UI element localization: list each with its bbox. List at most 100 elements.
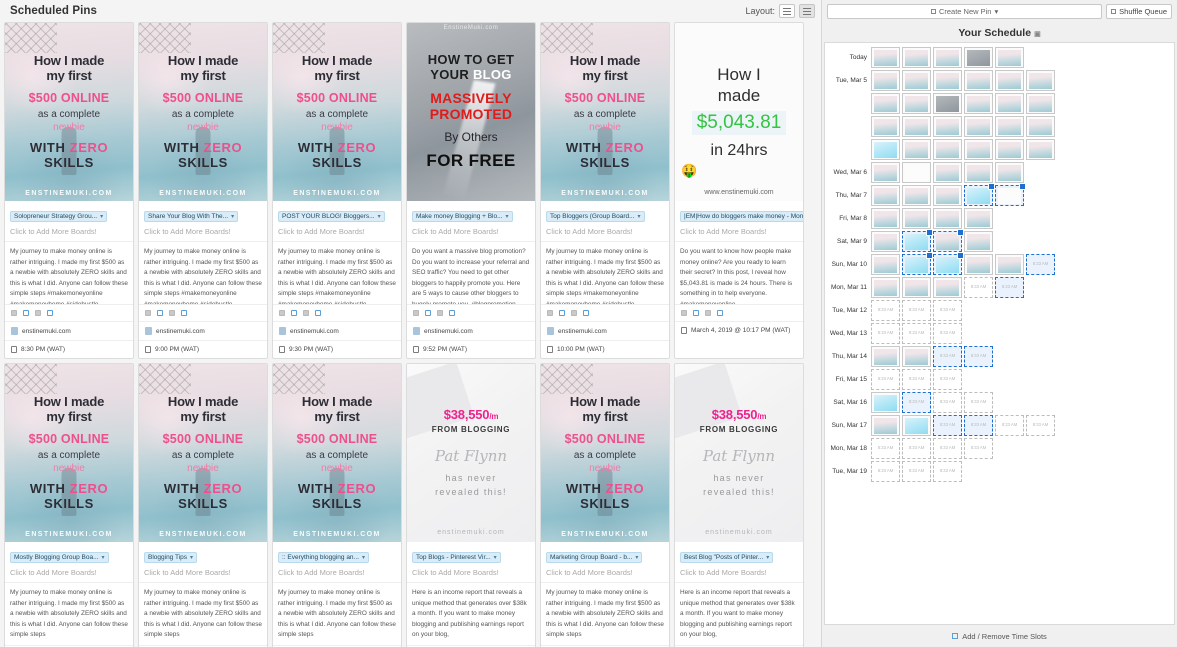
board-tag[interactable]: Share Your Blog With The... ▾	[144, 211, 238, 222]
schedule-slot-empty[interactable]: 8:33 AM	[1026, 415, 1055, 436]
remove-board-icon[interactable]: ▾	[190, 554, 193, 561]
copy-icon[interactable]	[291, 310, 297, 316]
pin-card[interactable]: How I mademy first $500 ONLINE as a comp…	[540, 363, 670, 647]
schedule-slot-empty[interactable]: 8:33 AM	[933, 323, 962, 344]
pin-card[interactable]: How I mademy first $500 ONLINE as a comp…	[272, 22, 402, 359]
schedule-slot-filled[interactable]	[964, 185, 993, 206]
delete-icon[interactable]	[437, 310, 443, 316]
pin-image-5043-in-24hrs[interactable]: How Imade $5,043.81 in 24hrs 🤑 www.ensti…	[675, 23, 803, 201]
create-new-pin-button[interactable]: Create New Pin ▾	[827, 4, 1102, 19]
board-tag[interactable]: Top Blogs - Pinterest Vir... ▾	[412, 552, 501, 563]
add-boards-link[interactable]: Click to Add More Boards!	[546, 227, 664, 236]
board-tag[interactable]: Mostly Blogging Group Boa... ▾	[10, 552, 109, 563]
board-selector[interactable]: Blogging Tips ▾ Click to Add More Boards…	[139, 542, 267, 583]
pin-image-how-i-made-500[interactable]: How I mademy first $500 ONLINE as a comp…	[541, 364, 669, 542]
schedule-slot-filled[interactable]	[902, 185, 931, 206]
schedule-slot-empty[interactable]: 8:33 AM	[902, 369, 931, 390]
more-icon[interactable]	[717, 310, 723, 316]
schedule-slot-empty[interactable]: 8:33 AM	[964, 346, 993, 367]
board-selector[interactable]: Marketing Group Board - b... ▾ Click to …	[541, 542, 669, 583]
pin-image-how-i-made-500[interactable]: How I mademy first $500 ONLINE as a comp…	[273, 364, 401, 542]
pin-source-row[interactable]: enstinemuki.com	[5, 321, 133, 340]
pin-image-pat-flynn[interactable]: $38,550/m FROM BLOGGING Pat Flynn has ne…	[407, 364, 535, 542]
schedule-slot-filled[interactable]	[871, 185, 900, 206]
pin-source-row[interactable]: enstinemuki.com	[139, 321, 267, 340]
pin-source-row[interactable]: enstinemuki.com	[407, 321, 535, 340]
schedule-slot-filled[interactable]	[995, 47, 1024, 68]
board-selector[interactable]: Mostly Blogging Group Boa... ▾ Click to …	[5, 542, 133, 583]
schedule-slot-filled[interactable]	[902, 277, 931, 298]
pin-image-how-i-made-500[interactable]: How I mademy first $500 ONLINE as a comp…	[5, 23, 133, 201]
schedule-slot-filled[interactable]	[933, 231, 962, 252]
remove-board-icon[interactable]: ▾	[102, 554, 105, 561]
schedule-slot-filled[interactable]	[902, 162, 931, 183]
schedule-slot-filled[interactable]	[933, 116, 962, 137]
add-boards-link[interactable]: Click to Add More Boards!	[278, 568, 396, 577]
schedule-slot-filled[interactable]	[871, 277, 900, 298]
copy-icon[interactable]	[425, 310, 431, 316]
schedule-slot-empty[interactable]: 8:33 AM	[871, 438, 900, 459]
schedule-slot-filled[interactable]	[1026, 93, 1055, 114]
schedule-slot-filled[interactable]	[871, 208, 900, 229]
remove-board-icon[interactable]: ▾	[766, 554, 769, 561]
schedule-slot-empty[interactable]: 8:33 AM	[871, 461, 900, 482]
schedule-slot-filled[interactable]	[1026, 116, 1055, 137]
schedule-slot-empty[interactable]: 8:33 AM	[871, 323, 900, 344]
schedule-slot-empty[interactable]: 8:33 AM	[871, 300, 900, 321]
edit-icon[interactable]	[681, 310, 687, 316]
pin-card[interactable]: $38,550/m FROM BLOGGING Pat Flynn has ne…	[674, 363, 804, 647]
schedule-slot-filled[interactable]	[1026, 70, 1055, 91]
schedule-slot-filled[interactable]	[902, 139, 931, 160]
schedule-slot-filled[interactable]	[902, 116, 931, 137]
add-boards-link[interactable]: Click to Add More Boards!	[680, 568, 798, 577]
pin-image-how-i-made-500[interactable]: How I mademy first $500 ONLINE as a comp…	[273, 23, 401, 201]
shuffle-queue-button[interactable]: Shuffle Queue	[1106, 4, 1172, 19]
schedule-slot-empty[interactable]: 8:33 AM	[933, 438, 962, 459]
schedule-slot-filled[interactable]	[871, 70, 900, 91]
board-tag[interactable]: Marketing Group Board - b... ▾	[546, 552, 642, 563]
pin-time-row[interactable]: 9:00 PM (WAT)	[139, 340, 267, 358]
schedule-slot-filled[interactable]	[964, 231, 993, 252]
pin-card[interactable]: $38,550/m FROM BLOGGING Pat Flynn has ne…	[406, 363, 536, 647]
board-selector[interactable]: Make money Blogging + Blo... ▾ Click to …	[407, 201, 535, 242]
slot-badge-icon[interactable]	[988, 183, 995, 190]
pin-description[interactable]: My journey to make money online is rathe…	[5, 242, 133, 304]
pin-description[interactable]: My journey to make money online is rathe…	[5, 583, 133, 645]
add-boards-link[interactable]: Click to Add More Boards!	[144, 568, 262, 577]
board-tag[interactable]: Best Blog "Posts of Pinter... ▾	[680, 552, 773, 563]
schedule-slot-empty[interactable]: 8:33 AM	[902, 392, 931, 413]
pin-card[interactable]: How I mademy first $500 ONLINE as a comp…	[4, 22, 134, 359]
remove-board-icon[interactable]: ▾	[378, 213, 381, 220]
pin-image-how-i-made-500[interactable]: How I mademy first $500 ONLINE as a comp…	[5, 364, 133, 542]
list-view-icon[interactable]	[799, 4, 815, 18]
info-icon[interactable]: ▣	[1034, 31, 1041, 38]
board-tag[interactable]: Solopreneur Strategy Grou... ▾	[10, 211, 107, 222]
add-boards-link[interactable]: Click to Add More Boards!	[412, 568, 530, 577]
schedule-slot-filled[interactable]	[902, 415, 931, 436]
pin-card[interactable]: How I mademy first $500 ONLINE as a comp…	[272, 363, 402, 647]
pin-description[interactable]: My journey to make money online is rathe…	[139, 242, 267, 304]
delete-icon[interactable]	[169, 310, 175, 316]
pin-time-row[interactable]: 10:00 PM (WAT)	[541, 340, 669, 358]
board-selector[interactable]: Share Your Blog With The... ▾ Click to A…	[139, 201, 267, 242]
schedule-slot-filled[interactable]	[995, 93, 1024, 114]
schedule-slot-empty[interactable]: 8:33 AM	[933, 415, 962, 436]
add-remove-time-slots-button[interactable]: Add / Remove Time Slots	[822, 625, 1177, 647]
schedule-slot-empty[interactable]: 8:33 AM	[933, 346, 962, 367]
remove-board-icon[interactable]: ▾	[635, 554, 638, 561]
pin-image-pat-flynn[interactable]: $38,550/m FROM BLOGGING Pat Flynn has ne…	[675, 364, 803, 542]
add-boards-link[interactable]: Click to Add More Boards!	[412, 227, 530, 236]
schedule-slot-filled[interactable]	[871, 231, 900, 252]
schedule-slot-filled[interactable]	[933, 47, 962, 68]
slot-badge-icon[interactable]	[926, 252, 933, 259]
schedule-slot-filled[interactable]	[933, 208, 962, 229]
schedule-slot-filled[interactable]	[933, 139, 962, 160]
schedule-slot-filled[interactable]	[995, 116, 1024, 137]
schedule-slot-empty[interactable]: 8:33 AM	[871, 369, 900, 390]
pin-description[interactable]: Here is an income report that reveals a …	[675, 583, 803, 645]
board-tag[interactable]: Top Bloggers (Group Board... ▾	[546, 211, 645, 222]
add-boards-link[interactable]: Click to Add More Boards!	[10, 568, 128, 577]
copy-icon[interactable]	[23, 310, 29, 316]
more-icon[interactable]	[47, 310, 53, 316]
pin-time-row[interactable]: 9:52 PM (WAT)	[407, 340, 535, 358]
